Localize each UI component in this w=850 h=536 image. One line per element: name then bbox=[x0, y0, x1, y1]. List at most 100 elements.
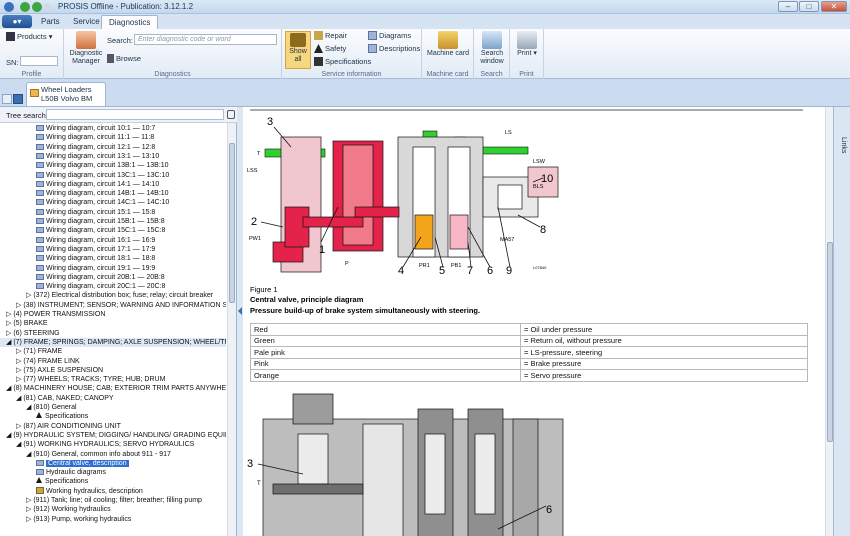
tree-item[interactable]: ▷ (6) STEERING bbox=[0, 329, 60, 338]
application-button[interactable]: ●▾ bbox=[2, 15, 32, 28]
tree-item[interactable]: Wiring diagram, circuit 16:1 — 16:9 bbox=[0, 236, 155, 245]
tree-item[interactable]: ▷ (5) BRAKE bbox=[0, 319, 48, 328]
print-button[interactable]: Print ▾ bbox=[514, 31, 540, 58]
tree-item[interactable]: ◢ (7) FRAME; SPRINGS; DAMPING; AXLE SUSP… bbox=[0, 337, 226, 348]
tree-item[interactable]: Wiring diagram, circuit 15:1 — 15:8 bbox=[0, 208, 155, 217]
links-label[interactable]: Links bbox=[840, 137, 847, 153]
tree-item[interactable]: ▷ (75) AXLE SUSPENSION bbox=[0, 366, 103, 375]
color-meaning-cell: = Servo pressure bbox=[520, 369, 808, 382]
tree-item-label: Wiring diagram, circuit 17:1 — 17:9 bbox=[46, 245, 156, 253]
tree-item[interactable]: Wiring diagram, circuit 14C:1 — 14C:10 bbox=[0, 198, 169, 207]
port-pw1: PW1 bbox=[249, 236, 261, 242]
tab-diagnostics[interactable]: Diagnostics bbox=[101, 15, 159, 29]
color-legend-table: Red = Oil under pressure Green = Return oil… bbox=[250, 323, 808, 382]
tree-item-label: Working hydraulics, description bbox=[46, 487, 143, 495]
tree-item[interactable]: Central valve, description bbox=[0, 459, 129, 468]
tree-item[interactable]: Wiring diagram, circuit 14B:1 — 14B:10 bbox=[0, 189, 169, 198]
tree-item-label: ◢ (8) MACHINERY HOUSE; CAB; EXTERIOR TRI… bbox=[6, 385, 226, 393]
tree-item[interactable]: Specifications bbox=[0, 477, 88, 486]
tab-list-dropdown-icon[interactable] bbox=[2, 94, 12, 104]
sn-input[interactable] bbox=[20, 56, 58, 66]
tree-scrollbar-thumb[interactable] bbox=[229, 143, 235, 303]
collapse-arrow-icon[interactable] bbox=[238, 307, 242, 315]
tree-item[interactable]: Wiring diagram, circuit 20C:1 — 20C:8 bbox=[0, 282, 165, 291]
tree-item[interactable]: ◢ (910) General, common info about 911 -… bbox=[0, 450, 171, 459]
tree-item[interactable]: ▷ (87) AIR CONDITIONING UNIT bbox=[0, 422, 121, 431]
diagnostic-search-input[interactable]: Enter diagnostic code or word bbox=[134, 34, 277, 45]
tree-item-label: ▷ (5) BRAKE bbox=[6, 320, 48, 328]
minimize-button[interactable]: – bbox=[778, 1, 798, 12]
tree-item[interactable]: ▷ (912) Working hydraulics bbox=[0, 505, 111, 514]
tree-item[interactable]: Wiring diagram, circuit 18:1 — 18:8 bbox=[0, 254, 155, 263]
tree-item[interactable]: ▷ (911) Tank; line; oil cooling; filter;… bbox=[0, 496, 202, 505]
tab-nav-icon[interactable] bbox=[13, 94, 23, 104]
browse-label: Browse bbox=[116, 54, 142, 63]
forward-icon[interactable] bbox=[32, 2, 42, 12]
diagrams-label: Diagrams bbox=[379, 31, 412, 40]
port-ls: LS bbox=[505, 130, 512, 136]
tree-view: Wiring diagram, circuit 10:1 — 10:7 Wirin… bbox=[0, 123, 226, 536]
show-all-button[interactable]: Show all bbox=[285, 31, 311, 69]
tree-item[interactable]: Working hydraulics, description bbox=[0, 486, 143, 496]
tree-item[interactable]: Wiring diagram, circuit 11:1 — 11:8 bbox=[0, 133, 154, 142]
binoculars-icon[interactable] bbox=[227, 110, 235, 119]
tree-item-label: ▷ (77) WHEELS; TRACKS; TYRE; HUB; DRUM bbox=[16, 376, 166, 384]
tree-item[interactable]: Wiring diagram, circuit 17:1 — 17:9 bbox=[0, 245, 155, 254]
tree-item[interactable]: ◢ (810) General bbox=[0, 403, 77, 412]
browse-button[interactable]: Browse bbox=[107, 54, 141, 63]
tree-item[interactable]: ◢ (91) WORKING HYDRAULICS; SERVO HYDRAUL… bbox=[0, 440, 194, 449]
specifications-button[interactable]: Specifications bbox=[314, 57, 371, 66]
tree-item-label: ◢ (7) FRAME; SPRINGS; DAMPING; AXLE SUSP… bbox=[6, 338, 226, 346]
tree-item[interactable]: Wiring diagram, circuit 13B:1 — 13B:10 bbox=[0, 161, 169, 170]
show-all-icon bbox=[290, 33, 306, 47]
products-dropdown[interactable]: Products ▾ bbox=[6, 32, 52, 41]
tree-item[interactable]: ◢ (9) HYDRAULIC SYSTEM; DIGGING/ HANDLIN… bbox=[0, 431, 226, 440]
tab-parts[interactable]: Parts bbox=[34, 15, 67, 29]
tree-search-input[interactable] bbox=[46, 109, 224, 120]
content-scrollbar[interactable] bbox=[825, 107, 833, 536]
tree-item-label: Central valve, description bbox=[46, 459, 129, 467]
descriptions-button[interactable]: Descriptions bbox=[368, 44, 420, 53]
app-menu-icon[interactable] bbox=[4, 2, 14, 12]
tree-item[interactable]: Wiring diagram, circuit 14:1 — 14:10 bbox=[0, 180, 159, 189]
tree-item[interactable]: Wiring diagram, circuit 13C:1 — 13C:10 bbox=[0, 171, 169, 180]
tab-wheel-loaders[interactable]: Wheel Loaders L50B Volvo BM bbox=[26, 82, 106, 106]
tree-item[interactable]: Wiring diagram, circuit 13:1 — 13:10 bbox=[0, 152, 159, 161]
profile-group-label: Profile bbox=[21, 71, 42, 78]
port-pr1: PR1 bbox=[419, 263, 430, 269]
tree-item[interactable]: ◢ (81) CAB, NAKED; CANOPY bbox=[0, 394, 114, 403]
products-icon bbox=[6, 32, 15, 41]
quick-access-dropdown-icon[interactable] bbox=[44, 4, 51, 11]
tree-item-label: Wiring diagram, circuit 18:1 — 18:8 bbox=[46, 255, 156, 263]
tree-item[interactable]: ▷ (38) INSTRUMENT; SENSOR; WARNING AND I… bbox=[0, 301, 226, 310]
tree-item[interactable]: Wiring diagram, circuit 10:1 — 10:7 bbox=[0, 124, 155, 133]
tree-item[interactable]: ▷ (71) FRAME bbox=[0, 347, 62, 356]
close-button[interactable]: ✕ bbox=[821, 1, 847, 12]
tree-item[interactable]: ▷ (77) WHEELS; TRACKS; TYRE; HUB; DRUM bbox=[0, 375, 165, 384]
back-icon[interactable] bbox=[20, 2, 30, 12]
repair-button[interactable]: Repair bbox=[314, 31, 347, 40]
links-side-panel[interactable]: Links bbox=[833, 107, 850, 536]
tree-item-label: ▷ (71) FRAME bbox=[16, 348, 63, 356]
tree-item-label: ▷ (75) AXLE SUSPENSION bbox=[16, 366, 104, 374]
tree-item[interactable]: ▷ (913) Pump, working hydraulics bbox=[0, 515, 131, 524]
diagrams-button[interactable]: Diagrams bbox=[368, 31, 411, 40]
maximize-button[interactable]: □ bbox=[799, 1, 819, 12]
search-window-button[interactable]: Search window bbox=[476, 31, 508, 66]
tree-item[interactable]: Wiring diagram, circuit 15C:1 — 15C:8 bbox=[0, 226, 165, 235]
tree-item[interactable]: ▷ (74) FRAME LINK bbox=[0, 357, 80, 366]
tree-item[interactable]: Wiring diagram, circuit 12:1 — 12:8 bbox=[0, 143, 155, 152]
tree-scrollbar[interactable] bbox=[227, 123, 236, 536]
tree-item[interactable]: Hydraulic diagrams bbox=[0, 468, 106, 477]
tree-item[interactable]: Wiring diagram, circuit 15B:1 — 15B:8 bbox=[0, 217, 165, 226]
diagnostic-manager-button[interactable]: Diagnostic Manager bbox=[67, 31, 105, 66]
tree-item[interactable]: ▷ (372) Electrical distribution box; fus… bbox=[0, 291, 213, 300]
tree-item[interactable]: ▷ (4) POWER TRANSMISSION bbox=[0, 310, 105, 319]
tree-item[interactable]: ◢ (8) MACHINERY HOUSE; CAB; EXTERIOR TRI… bbox=[0, 384, 226, 393]
tree-item-label: Wiring diagram, circuit 14:1 — 14:10 bbox=[46, 180, 160, 188]
tree-item[interactable]: Wiring diagram, circuit 20B:1 — 20B:8 bbox=[0, 273, 165, 282]
tree-item[interactable]: Wiring diagram, circuit 19:1 — 19:9 bbox=[0, 264, 155, 273]
tree-item[interactable]: Specifications bbox=[0, 412, 88, 421]
machine-card-button[interactable]: Machine card bbox=[426, 31, 470, 58]
safety-button[interactable]: Safety bbox=[314, 44, 346, 53]
